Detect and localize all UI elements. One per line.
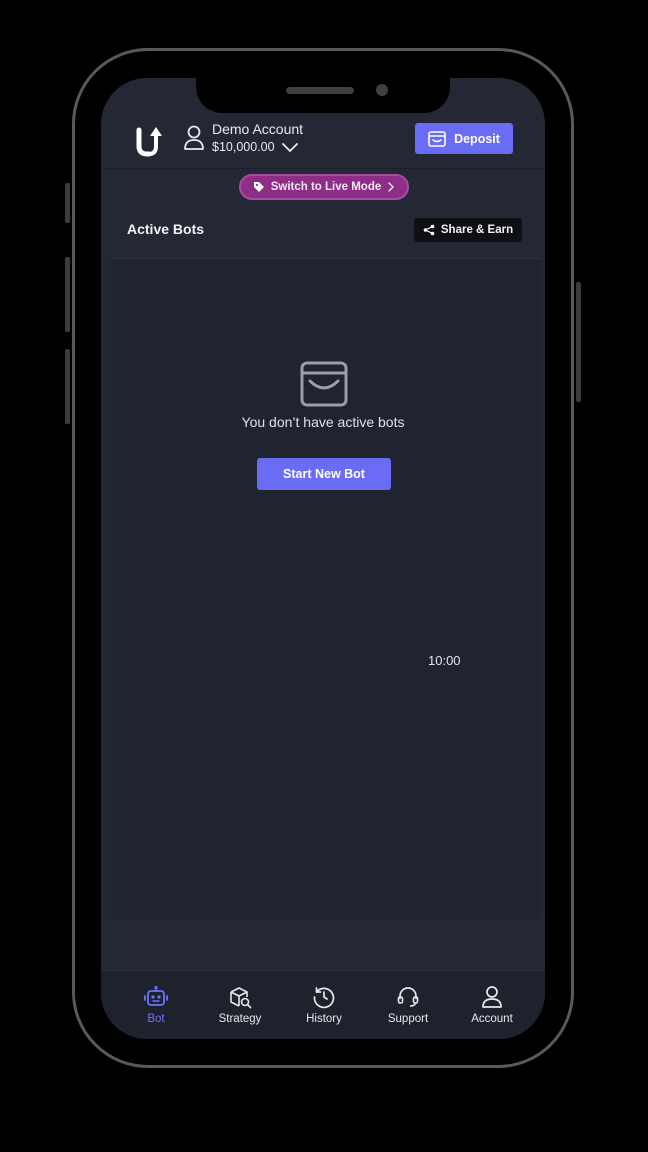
strategy-icon (230, 987, 252, 1009)
nav-label-support: Support (387, 1013, 429, 1025)
deposit-label: Deposit (454, 131, 500, 146)
active-bots-panel (111, 258, 541, 919)
account-balance[interactable]: $10,000.00 (212, 140, 275, 154)
phone-speaker (286, 87, 354, 94)
chevron-down-icon[interactable] (282, 142, 298, 153)
chevron-right-icon (388, 182, 395, 192)
account-name[interactable]: Demo Account (212, 121, 303, 137)
empty-wallet-icon (300, 361, 348, 407)
bottom-nav: Bot Strategy History Support Account (101, 970, 545, 1039)
history-icon (313, 987, 335, 1009)
phone-side-button (65, 183, 70, 223)
nav-item-strategy[interactable]: Strategy (198, 971, 282, 1039)
switch-live-mode-label: Switch to Live Mode (270, 181, 382, 193)
headset-icon (397, 987, 419, 1007)
nav-item-account[interactable]: Account (450, 971, 534, 1039)
robot-icon (144, 985, 168, 1006)
phone-volume-up-button (65, 257, 70, 332)
user-icon (482, 986, 502, 1008)
account-user-icon[interactable] (183, 125, 205, 151)
phone-camera (376, 84, 388, 96)
nav-label-history: History (306, 1013, 342, 1025)
phone-volume-down-button (65, 349, 70, 424)
nav-label-strategy: Strategy (218, 1013, 262, 1025)
share-icon (423, 224, 435, 236)
share-earn-label: Share & Earn (440, 224, 514, 236)
nav-item-history[interactable]: History (282, 971, 366, 1039)
tag-icon (253, 182, 264, 192)
wallet-icon (428, 130, 446, 147)
nav-label-bot: Bot (147, 1013, 165, 1025)
app-screen: Demo Account $10,000.00 Deposit Switch t… (101, 78, 545, 1039)
phone-notch (196, 76, 450, 113)
deposit-button[interactable]: Deposit (415, 123, 513, 154)
time-label: 10:00 (428, 653, 461, 668)
start-new-bot-button[interactable]: Start New Bot (257, 458, 391, 490)
nav-item-support[interactable]: Support (366, 971, 450, 1039)
share-earn-button[interactable]: Share & Earn (414, 218, 522, 242)
active-bots-title: Active Bots (127, 221, 205, 237)
nav-item-bot[interactable]: Bot (114, 971, 198, 1039)
nav-label-account: Account (471, 1013, 513, 1025)
app-logo-icon (136, 127, 162, 157)
phone-power-button (576, 282, 581, 402)
empty-state-message: You don’t have active bots (241, 414, 405, 430)
switch-live-mode-button[interactable]: Switch to Live Mode (239, 174, 409, 200)
